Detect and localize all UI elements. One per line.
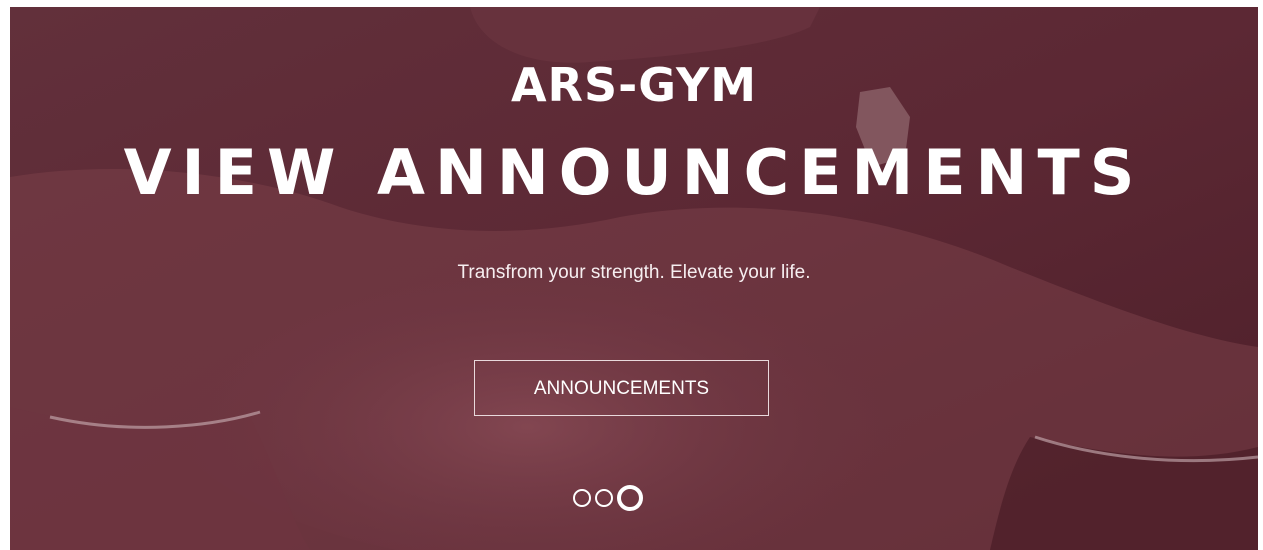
brand-title: ARS-GYM: [510, 58, 758, 112]
announcements-button[interactable]: ANNOUNCEMENTS: [474, 360, 769, 416]
carousel-dot-3-active[interactable]: [617, 485, 643, 511]
hero-headline: VIEW ANNOUNCEMENTS: [123, 136, 1145, 209]
carousel-dot-2[interactable]: [595, 489, 613, 507]
hero-content: ARS-GYM VIEW ANNOUNCEMENTS Transfrom you…: [10, 7, 1258, 550]
carousel-dot-1[interactable]: [573, 489, 591, 507]
carousel-indicators: [573, 485, 643, 511]
hero-tagline: Transfrom your strength. Elevate your li…: [457, 262, 811, 283]
hero-banner: ARS-GYM VIEW ANNOUNCEMENTS Transfrom you…: [10, 7, 1258, 550]
